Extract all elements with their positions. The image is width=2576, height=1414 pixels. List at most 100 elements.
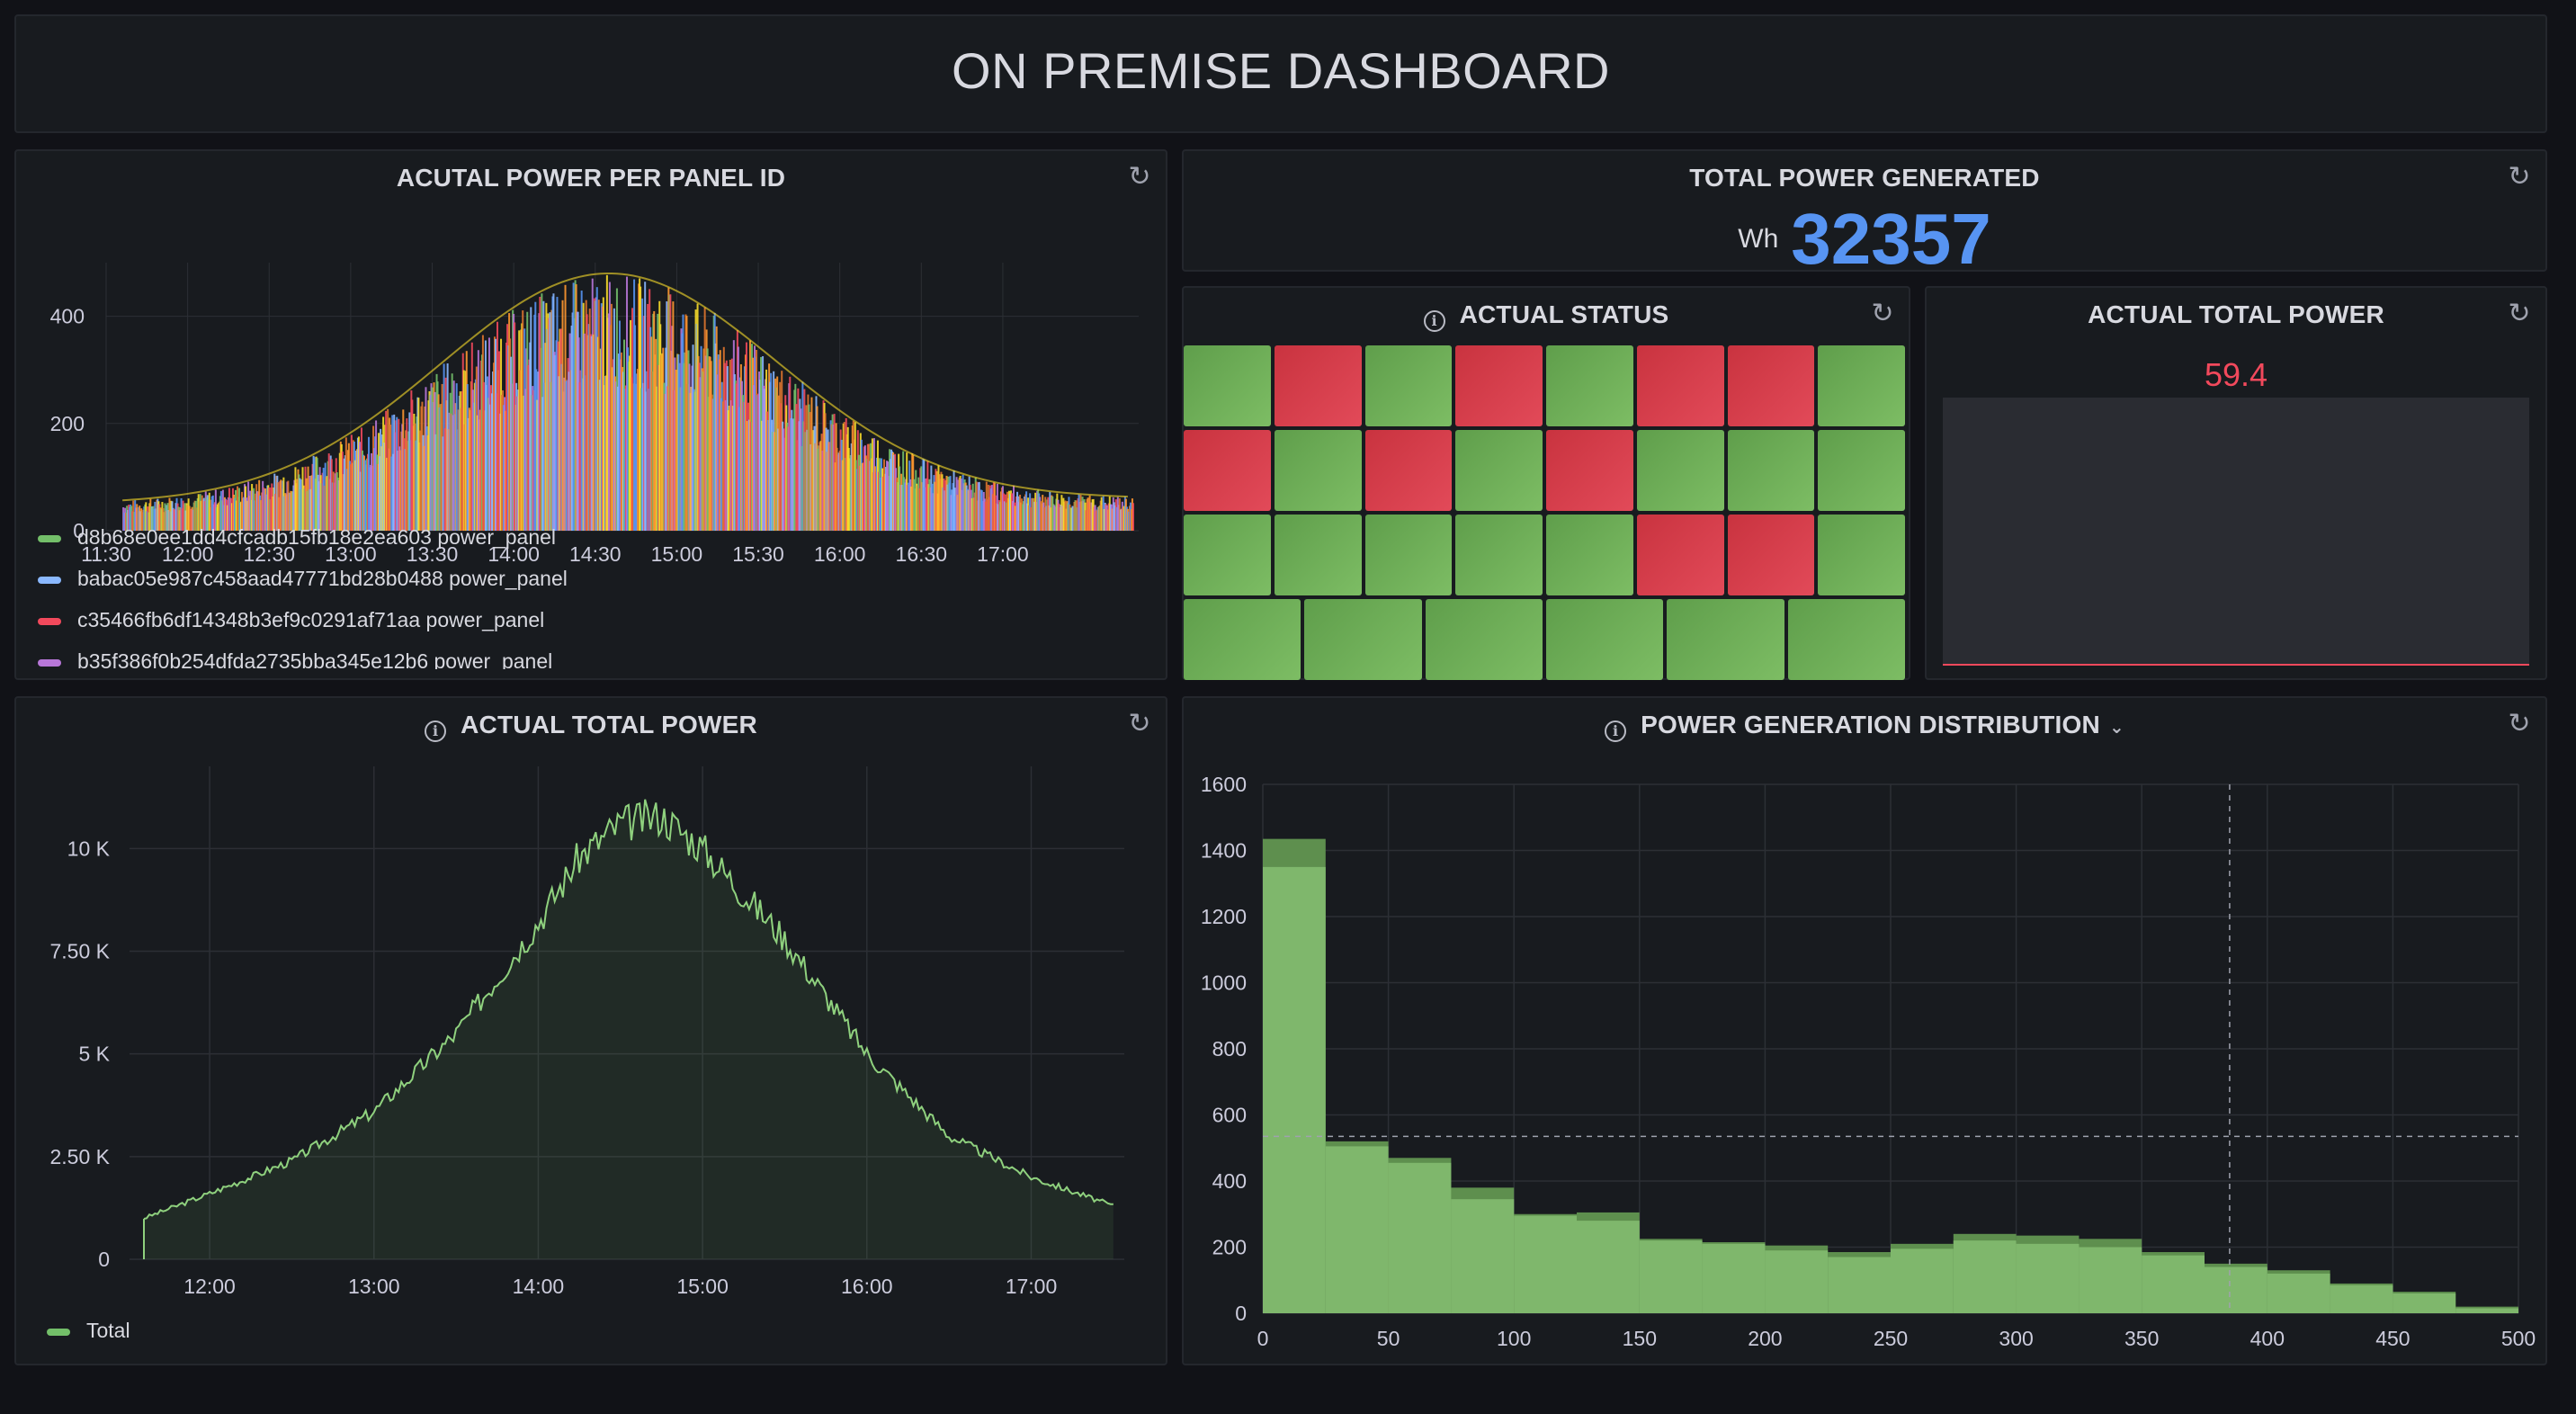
histogram-bar [1263,866,1326,1313]
legend-label: d8b68e0ee1dd4cfcadb15fb18e2ea603 power_p… [77,525,557,549]
panel-total-power-generated[interactable]: TOTAL POWER GENERATED ↻ Wh 32357 [1182,149,2547,279]
panel-title[interactable]: ACTUAL TOTAL POWER [1927,300,2545,329]
panel-title[interactable]: ACUTAL POWER PER PANEL ID [16,164,1166,192]
y-tick-label: 800 [1212,1037,1247,1060]
refresh-icon[interactable]: ↻ [1126,711,1153,738]
status-cell[interactable] [1546,599,1664,680]
status-cell[interactable] [1667,599,1784,680]
refresh-icon[interactable]: ↻ [2506,300,2533,327]
panel-title[interactable]: TOTAL POWER GENERATED [1184,164,2545,192]
status-cell[interactable] [1274,345,1362,426]
y-tick-label: 200 [50,412,85,435]
status-cell[interactable] [1636,430,1724,511]
panel-actual-total-power-stat[interactable]: ACTUAL TOTAL POWER ↻ 59.4 [1925,286,2547,680]
histogram-bar [2330,1284,2393,1313]
status-cell[interactable] [1818,515,1905,595]
x-tick-label: 200 [1748,1327,1782,1350]
panel-actual-status[interactable]: i ACTUAL STATUS ↻ [1182,286,1910,680]
status-cell[interactable] [1636,345,1724,426]
info-icon[interactable]: i [1605,720,1627,742]
status-cell[interactable] [1727,430,1815,511]
x-tick-label: 50 [1377,1327,1400,1350]
refresh-icon[interactable]: ↻ [2506,164,2533,191]
panel-actual-total-power-timeseries[interactable]: i ACTUAL TOTAL POWER ↻ 0 2.50 K 5 K 7.50 K 10… [14,696,1167,1365]
histogram-bar [2393,1293,2456,1313]
status-cell[interactable] [1274,430,1362,511]
x-tick-label: 14:00 [513,1275,565,1298]
panel-title[interactable]: i ACTUAL STATUS [1184,300,1909,332]
legend-item[interactable]: c35466fb6df14348b3ef9c0291af71aa power_p… [38,599,1144,640]
info-icon[interactable]: i [1423,310,1445,332]
histogram-bar [1639,1240,1703,1313]
distribution-chart[interactable]: 0 200 400 600 800 1000 1200 1400 1600 0 50 100 150 20… [1184,752,2549,1367]
histogram-bar [2142,1255,2205,1313]
dashboard-title: ON PREMISE DASHBOARD [952,42,1610,99]
y-tick-label: 1000 [1201,971,1247,995]
panel-power-generation-distribution[interactable]: i POWER GENERATION DISTRIBUTION ⌄ ↻ 0 200 40… [1182,696,2547,1365]
legend-swatch [38,617,61,625]
histogram-bar [2267,1273,2330,1313]
panel-title[interactable]: i POWER GENERATION DISTRIBUTION ⌄ [1184,711,2545,742]
x-tick-label: 15:00 [676,1275,729,1298]
refresh-icon[interactable]: ↻ [1869,300,1896,327]
status-cell[interactable] [1455,345,1543,426]
status-cell[interactable] [1184,599,1301,680]
legend-item[interactable]: b35f386f0b254dfda2735bba345e12b6 power_p… [38,640,1144,669]
status-cell[interactable] [1184,515,1271,595]
stat-value: 32357 [1791,199,1991,279]
status-cell[interactable] [1546,345,1633,426]
status-cell[interactable] [1636,515,1724,595]
histogram-bar [1765,1250,1829,1313]
status-grid [1184,345,1912,682]
status-cell[interactable] [1364,430,1453,511]
chevron-down-icon[interactable]: ⌄ [2109,718,2124,738]
status-cell[interactable] [1546,430,1633,511]
x-tick-label: 12:00 [183,1275,236,1298]
refresh-icon[interactable]: ↻ [2506,711,2533,738]
dashboard-header: ON PREMISE DASHBOARD [14,14,2547,133]
status-cell[interactable] [1425,599,1543,680]
status-cell[interactable] [1818,345,1905,426]
status-cell[interactable] [1184,430,1271,511]
status-cell[interactable] [1364,515,1453,595]
x-tick-label: 100 [1497,1327,1531,1350]
histogram-bar [1891,1248,1954,1313]
y-tick-label: 200 [1212,1236,1247,1259]
legend-label: babac05e987c458aad47771bd28b0488 power_p… [77,567,568,590]
legend-label: c35466fb6df14348b3ef9c0291af71aa power_p… [77,608,545,631]
x-tick-label: 450 [2375,1327,2410,1350]
status-cell[interactable] [1184,345,1271,426]
y-tick-label: 0 [98,1248,110,1271]
panel-title-text: POWER GENERATION DISTRIBUTION [1641,711,2100,738]
x-tick-label: 500 [2501,1327,2536,1350]
y-tick-label: 1200 [1201,905,1247,928]
y-tick-label: 1600 [1201,773,1247,796]
status-cell[interactable] [1818,430,1905,511]
y-tick-label: 600 [1212,1104,1247,1127]
histogram-bar [1451,1199,1515,1313]
panel-title[interactable]: i ACTUAL TOTAL POWER [16,711,1166,742]
y-tick-label: 5 K [78,1043,110,1066]
status-cell[interactable] [1787,599,1905,680]
status-cell[interactable] [1727,515,1815,595]
status-cell[interactable] [1304,599,1422,680]
histogram-bar [1953,1240,2017,1313]
panel-title-text: ACTUAL STATUS [1459,300,1669,328]
status-cell[interactable] [1455,515,1543,595]
panel-power-per-panel[interactable]: ACUTAL POWER PER PANEL ID ↻ 0 200 400 11:30… [14,149,1167,680]
status-cell[interactable] [1727,345,1815,426]
legend-item[interactable]: babac05e987c458aad47771bd28b0488 power_p… [38,558,1144,599]
status-cell[interactable] [1364,345,1453,426]
actual-total-power-chart[interactable]: 0 2.50 K 5 K 7.50 K 10 K 12:00 13:00 14:00 15:00… [16,752,1169,1328]
status-cell[interactable] [1274,515,1362,595]
y-tick-label: 7.50 K [50,940,111,963]
status-cell[interactable] [1455,430,1543,511]
status-cell[interactable] [1546,515,1633,595]
stat-unit: Wh [1738,224,1779,254]
legend-item[interactable]: d8b68e0ee1dd4cfcadb15fb18e2ea603 power_p… [38,516,1144,558]
legend-item[interactable]: Total [47,1310,130,1351]
sparkline-area [1943,398,2529,666]
x-tick-label: 350 [2124,1327,2159,1350]
refresh-icon[interactable]: ↻ [1126,164,1153,191]
info-icon[interactable]: i [425,720,447,742]
